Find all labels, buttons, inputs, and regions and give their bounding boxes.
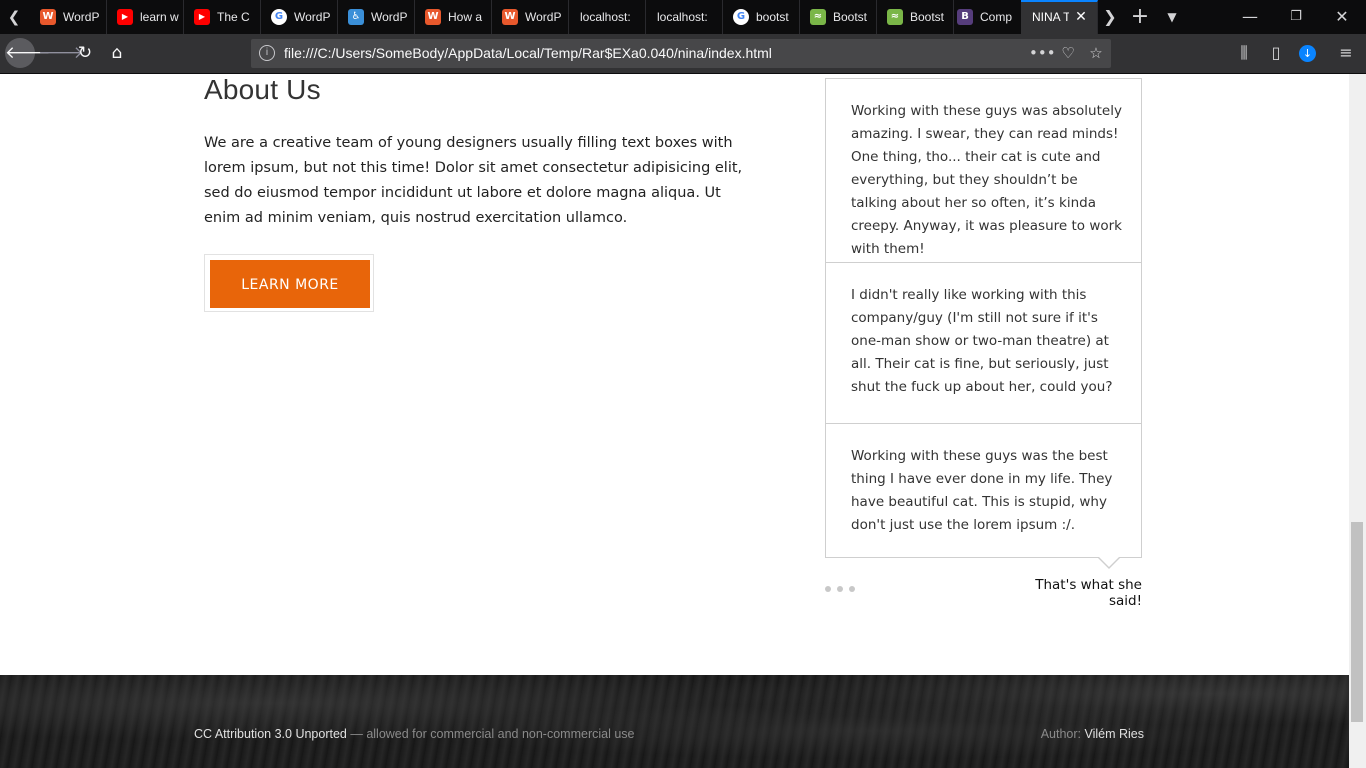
- minimize-icon[interactable]: —: [1233, 0, 1267, 34]
- tab-scroll-right-icon[interactable]: ❯: [1099, 0, 1121, 34]
- testimonials-box: Working with these guys was absolutely a…: [825, 78, 1142, 558]
- page-content: About Us We are a creative team of young…: [0, 74, 1349, 768]
- wordpress-orange-icon: W: [40, 9, 56, 25]
- divider: [826, 262, 1141, 263]
- tab-google-bootstrap[interactable]: G bootst: [723, 0, 800, 34]
- testimonial-caption: That's what she said!: [1035, 577, 1142, 609]
- close-tab-icon[interactable]: ✕: [1073, 9, 1089, 25]
- tab-youtube-1[interactable]: ▶ learn w: [107, 0, 184, 34]
- author-link[interactable]: Vilém Ries: [1084, 727, 1144, 741]
- restore-icon[interactable]: ❐: [1279, 0, 1313, 34]
- learn-more-frame: LEARN MORE: [204, 254, 374, 312]
- tab-bootsnipp-2[interactable]: ≈ Bootst: [877, 0, 954, 34]
- license-note: — allowed for commercial and non-commerc…: [346, 727, 635, 741]
- wordpress-orange-icon: W: [425, 9, 441, 25]
- footer: CC Attribution 3.0 Unported — allowed fo…: [0, 675, 1349, 768]
- license-link[interactable]: CC Attribution 3.0 Unported: [194, 727, 347, 741]
- list-all-tabs-icon[interactable]: ▼: [1158, 0, 1186, 34]
- tab-bootstrap-components[interactable]: B Comp: [947, 0, 1024, 34]
- youtube-icon: ▶: [117, 9, 133, 25]
- learn-more-button[interactable]: LEARN MORE: [210, 260, 370, 308]
- site-info-icon[interactable]: i: [259, 45, 275, 61]
- tab-bar: ❮ W WordP ▶ learn w ▶ The C G WordP ♿ Wo…: [0, 0, 1366, 34]
- tab-bootsnipp-1[interactable]: ≈ Bootst: [800, 0, 877, 34]
- tab-wordpress-1[interactable]: W WordP: [30, 0, 107, 34]
- bootstrap-icon: B: [957, 9, 973, 25]
- testimonial-item: Working with these guys was absolutely a…: [851, 103, 1122, 257]
- reload-icon[interactable]: ↻: [70, 38, 100, 68]
- new-tab-icon[interactable]: +: [1126, 0, 1154, 34]
- tab-wordpress-2[interactable]: ♿ WordP: [338, 0, 415, 34]
- bookmark-star-icon[interactable]: ☆: [1085, 39, 1107, 68]
- testimonial-item: I didn't really like working with this c…: [851, 287, 1113, 395]
- tab-how-a[interactable]: W How a: [415, 0, 492, 34]
- tab-localhost-1[interactable]: localhost:: [569, 0, 646, 34]
- library-icon[interactable]: ⫼: [1229, 38, 1259, 68]
- address-bar[interactable]: i file:///C:/Users/SomeBody/AppData/Loca…: [251, 39, 1111, 68]
- pocket-icon[interactable]: ♡: [1057, 39, 1079, 68]
- google-icon: G: [271, 9, 287, 25]
- page-actions-icon[interactable]: •••: [1029, 39, 1056, 68]
- divider: [826, 423, 1141, 424]
- back-icon[interactable]: 🡐: [5, 38, 51, 68]
- tab-localhost-2[interactable]: localhost:: [646, 0, 723, 34]
- bootsnipp-icon: ≈: [887, 9, 903, 25]
- tab-nina-active[interactable]: NINA T ✕: [1021, 0, 1098, 34]
- about-text: We are a creative team of young designer…: [204, 135, 743, 226]
- testimonial-item: Working with these guys was the best thi…: [851, 448, 1113, 533]
- carousel-dots: [825, 577, 861, 596]
- forward-icon[interactable]: 🡒: [38, 38, 84, 68]
- tab-wordpress-3[interactable]: W WordP: [492, 0, 569, 34]
- menu-icon[interactable]: ≡: [1331, 38, 1361, 68]
- wordpress-orange-icon: W: [502, 9, 518, 25]
- carousel-dot[interactable]: [849, 586, 855, 592]
- bootsnipp-icon: ≈: [810, 9, 826, 25]
- carousel-dot[interactable]: [825, 586, 831, 592]
- tab-google-1[interactable]: G WordP: [261, 0, 338, 34]
- navigation-toolbar: 🡐 🡒 ↻ ⌂ i file:///C:/Users/SomeBody/AppD…: [0, 34, 1366, 74]
- window-close-icon[interactable]: ✕: [1325, 0, 1359, 34]
- author-credit: Author: Vilém Ries: [1041, 727, 1144, 741]
- speech-bubble-tail-inner: [1098, 556, 1120, 567]
- sidebar-icon[interactable]: ▯: [1261, 38, 1291, 68]
- about-title: About Us: [204, 74, 321, 105]
- download-icon[interactable]: ↓: [1299, 45, 1316, 62]
- carousel-dot[interactable]: [837, 586, 843, 592]
- tab-youtube-2[interactable]: ▶ The C: [184, 0, 261, 34]
- scrollbar-thumb[interactable]: [1351, 522, 1363, 722]
- author-label: Author:: [1040, 727, 1085, 741]
- home-icon[interactable]: ⌂: [102, 38, 132, 68]
- page-scrollbar[interactable]: [1349, 74, 1366, 768]
- url-text[interactable]: file:///C:/Users/SomeBody/AppData/Local/…: [284, 39, 772, 68]
- youtube-icon: ▶: [194, 9, 210, 25]
- accessibility-icon: ♿: [348, 9, 364, 25]
- tab-scroll-left-icon[interactable]: ❮: [0, 0, 28, 34]
- google-icon: G: [733, 9, 749, 25]
- license-text: CC Attribution 3.0 Unported — allowed fo…: [194, 727, 635, 741]
